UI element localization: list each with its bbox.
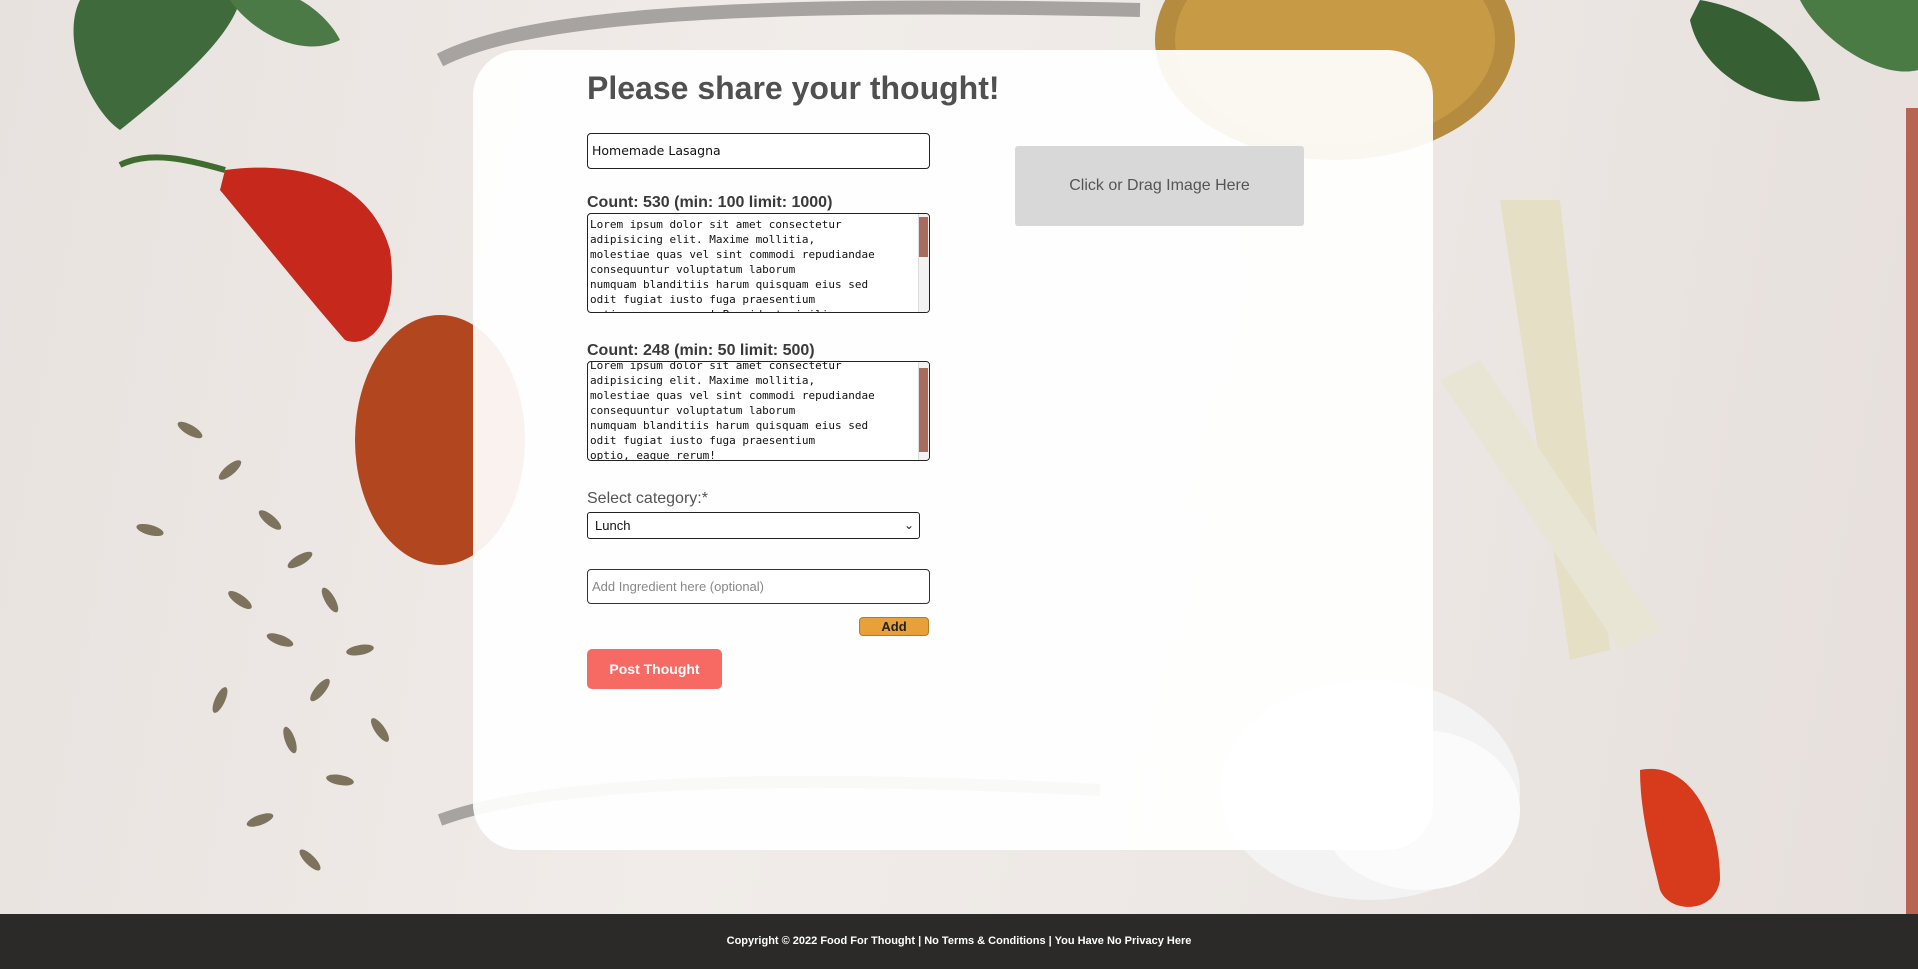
image-dropzone[interactable]: Click or Drag Image Here [1015,146,1304,226]
instructions-text: Lorem ipsum dolor sit amet consectetur a… [590,361,875,461]
chevron-down-icon: ⌄ [903,518,914,532]
category-select[interactable]: Lunch ⌄ [587,512,920,539]
footer-text: Copyright © 2022 Food For Thought | No T… [726,935,1192,947]
page-title: Please share your thought! [587,70,1000,106]
post-thought-button[interactable]: Post Thought [587,649,722,689]
instructions-textarea[interactable]: Lorem ipsum dolor sit amet consectetur a… [587,361,930,461]
recipe-name-input[interactable]: Homemade Lasagna [587,133,930,169]
textarea2-count-label: Count: 248 (min: 50 limit: 500) [587,342,815,359]
page-edge-strip [1906,108,1918,914]
textarea1-scrollbar[interactable] [918,214,929,312]
category-selected-value: Lunch [595,518,631,533]
add-ingredient-button[interactable]: Add [859,617,929,636]
category-label: Select category:* [587,490,708,507]
description-textarea[interactable]: Lorem ipsum dolor sit amet consectetur a… [587,213,930,313]
thought-form-card: Please share your thought! Homemade Lasa… [473,50,1433,850]
ingredient-input[interactable]: Add Ingredient here (optional) [587,569,930,604]
textarea1-count-label: Count: 530 (min: 100 limit: 1000) [587,194,833,211]
footer: Copyright © 2022 Food For Thought | No T… [0,914,1918,969]
textarea2-scrollbar[interactable] [918,362,929,460]
description-text: Lorem ipsum dolor sit amet consectetur a… [590,218,875,312]
